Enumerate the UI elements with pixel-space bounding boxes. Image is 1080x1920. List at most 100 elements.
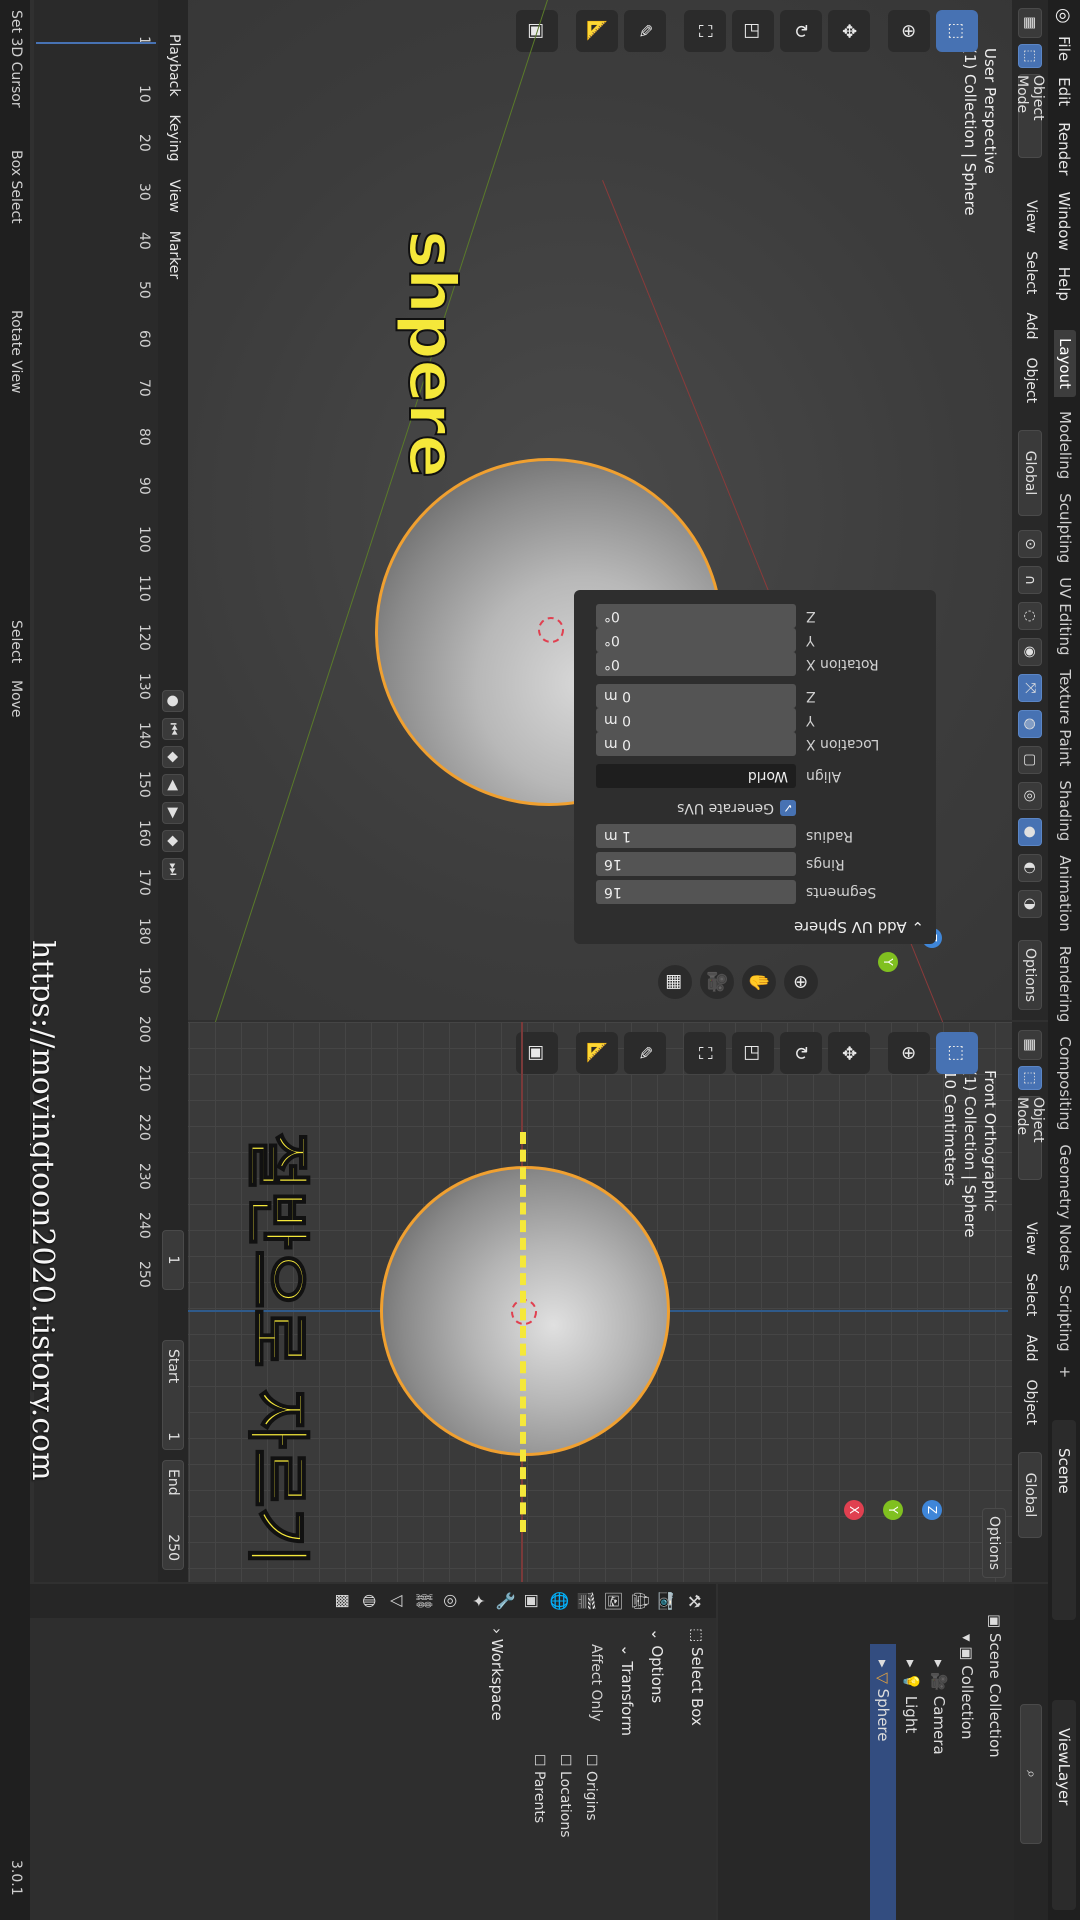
add-workspace-button[interactable]: + <box>1056 1366 1074 1379</box>
zoom-icon[interactable]: ⊕ <box>784 965 818 999</box>
solid-shading-icon[interactable]: ● <box>1018 818 1042 846</box>
options-section[interactable]: ⌄ Options <box>648 1628 666 1703</box>
viewport-perspective[interactable]: ▦ ⬚ Object Mode View Select Add Object G… <box>88 0 1048 1108</box>
play-reverse-icon[interactable]: ◀ <box>162 774 184 796</box>
tab-scripting[interactable]: Scripting <box>1056 1285 1074 1352</box>
current-frame-field[interactable]: 1 <box>162 1230 184 1290</box>
outliner-collection[interactable]: ▾ ▣ Collection <box>958 1634 976 1739</box>
origins-checkbox[interactable]: ☐ Origins <box>578 1754 604 1838</box>
timeline-view-menu[interactable]: View <box>166 180 182 213</box>
menu-object-front[interactable]: Object <box>1023 1380 1039 1426</box>
scale-tool-icon[interactable]: ◰ <box>732 10 774 52</box>
camera-view-icon[interactable]: 🎥 <box>700 965 734 999</box>
select-box-tool-icon[interactable]: ⬚ <box>936 10 978 52</box>
material-shading-icon[interactable]: ◐ <box>1018 854 1042 882</box>
playhead[interactable] <box>36 42 156 44</box>
timeline-keying-menu[interactable]: Keying <box>166 114 182 161</box>
proportional-edit-icon[interactable]: ◌ <box>1018 602 1042 630</box>
menu-view[interactable]: View <box>1023 200 1039 233</box>
tab-compositing[interactable]: Compositing <box>1056 1036 1074 1130</box>
physics-tab-icon[interactable]: ◎ <box>442 1594 461 1608</box>
rendered-shading-icon[interactable]: ◑ <box>1018 890 1042 918</box>
gizmo-z-axis-front[interactable]: Z <box>922 1500 942 1520</box>
rotate-tool-icon[interactable]: ↻ <box>780 10 822 52</box>
data-tab-icon[interactable]: ▽ <box>388 1595 407 1607</box>
cursor-tool-icon-front[interactable]: ⊕ <box>888 1032 930 1074</box>
menu-render[interactable]: Render <box>1055 122 1073 175</box>
menu-select[interactable]: Select <box>1023 251 1039 294</box>
outliner-light[interactable]: ▸ 💡 Light <box>902 1660 920 1733</box>
tab-rendering[interactable]: Rendering <box>1056 946 1074 1023</box>
constraints-tab-icon[interactable]: ⛓ <box>415 1591 434 1611</box>
location-y-field[interactable]: 0 m <box>596 708 796 732</box>
menu-object[interactable]: Object <box>1023 358 1039 404</box>
editor-type-icon[interactable]: ▦ <box>1018 8 1042 38</box>
menu-add[interactable]: Add <box>1023 312 1039 339</box>
operator-title[interactable]: ⌄ Add UV Sphere <box>794 918 924 936</box>
modifier-tab-icon[interactable]: 🔧 <box>496 1591 515 1611</box>
tab-uv-editing[interactable]: UV Editing <box>1056 577 1074 655</box>
location-x-field[interactable]: 0 m <box>596 732 796 756</box>
radius-field[interactable]: 1 m <box>596 824 796 848</box>
menu-window[interactable]: Window <box>1055 192 1073 251</box>
annotate-tool-icon[interactable]: ✎ <box>624 10 666 52</box>
next-key-icon[interactable]: ◆ <box>162 830 184 852</box>
align-dropdown[interactable]: World <box>596 764 796 788</box>
play-icon[interactable]: ▶ <box>162 802 184 824</box>
pan-hand-icon[interactable]: ✋ <box>742 965 776 999</box>
transform-section[interactable]: ⌄ Transform <box>618 1644 636 1736</box>
timeline-marker-menu[interactable]: Marker <box>166 231 182 279</box>
select-mode-icon[interactable]: ⬚ <box>1018 44 1042 68</box>
outliner-camera[interactable]: ▸ 🎥 Camera <box>930 1660 948 1755</box>
visibility-icon[interactable]: ◉ <box>1018 638 1042 666</box>
navigation-gizmo-front[interactable]: Z X Y <box>838 1452 948 1562</box>
workspace-section[interactable]: › Workspace <box>488 1628 506 1721</box>
mode-dropdown-front[interactable]: Object Mode <box>1014 1096 1046 1180</box>
orientation-dropdown[interactable]: Global <box>1018 430 1042 516</box>
select-mode-icon-front[interactable]: ⬚ <box>1018 1066 1042 1090</box>
view-layer-tab-icon[interactable]: 🖼 <box>604 1591 623 1611</box>
transform-tool-icon-front[interactable]: ⛶ <box>684 1032 726 1074</box>
gizmo-y-axis-front[interactable]: Y <box>883 1500 903 1520</box>
cursor-tool-icon[interactable]: ⊕ <box>888 10 930 52</box>
rings-field[interactable]: 16 <box>596 852 796 876</box>
ortho-toggle-icon[interactable]: ▦ <box>658 965 692 999</box>
move-tool-icon-front[interactable]: ✥ <box>828 1032 870 1074</box>
outliner-scene-collection[interactable]: ▣ Scene Collection <box>986 1614 1004 1758</box>
record-icon[interactable]: ● <box>162 690 184 712</box>
options-dropdown[interactable]: Options <box>1018 940 1042 1010</box>
outliner-search-input[interactable]: ⌕ <box>1020 1704 1042 1844</box>
jump-end-icon[interactable]: ⏭ <box>162 858 184 880</box>
object-tab-icon[interactable]: ▣ <box>523 1593 542 1608</box>
generate-uvs-checkbox[interactable]: ✓ Generate UVs <box>677 800 796 816</box>
timeline-ruler[interactable]: 1 10 20 30 40 50 60 70 80 90 100 110 120 130 140 150 160… <box>132 0 156 1582</box>
blender-logo-icon[interactable]: ◎ <box>1053 8 1074 24</box>
orientation-dropdown-front[interactable]: Global <box>1018 1452 1042 1538</box>
output-tab-icon[interactable]: 🖨 <box>631 1591 650 1611</box>
viewport-front-ortho[interactable]: ▦ ⬚ Object Mode View Select Add Object G… <box>188 1022 1048 1582</box>
menu-edit[interactable]: Edit <box>1055 77 1073 106</box>
tab-modeling[interactable]: Modeling <box>1056 411 1074 479</box>
tab-texture-paint[interactable]: Texture Paint <box>1056 670 1074 767</box>
snap-icon[interactable]: ∩ <box>1018 566 1042 594</box>
wireframe-shading-icon[interactable]: ◎ <box>1018 782 1042 810</box>
editor-type-icon-front[interactable]: ▦ <box>1018 1030 1042 1060</box>
pivot-icon[interactable]: ⊙ <box>1018 530 1042 558</box>
texture-tab-icon[interactable]: ▩ <box>334 1593 353 1608</box>
timeline-playback-menu[interactable]: Playback <box>166 34 182 96</box>
rotation-x-field[interactable]: 0° <box>596 652 796 676</box>
end-frame-field[interactable]: End 250 <box>162 1460 184 1570</box>
options-dropdown-front[interactable]: Options <box>982 1508 1006 1578</box>
menu-view-front[interactable]: View <box>1023 1222 1039 1255</box>
start-frame-field[interactable]: Start 1 <box>162 1340 184 1450</box>
move-tool-icon[interactable]: ✥ <box>828 10 870 52</box>
material-tab-icon[interactable]: ◍ <box>361 1594 380 1608</box>
measure-tool-icon[interactable]: 📐 <box>576 10 618 52</box>
gizmo-x-axis-front[interactable]: X <box>844 1500 864 1520</box>
select-box-tool-icon-front[interactable]: ⬚ <box>936 1032 978 1074</box>
jump-start-icon[interactable]: ⏮ <box>162 718 184 740</box>
rotate-tool-icon-front[interactable]: ↻ <box>780 1032 822 1074</box>
segments-field[interactable]: 16 <box>596 880 796 904</box>
scene-tab-icon[interactable]: 🎬 <box>577 1591 596 1611</box>
menu-add-front[interactable]: Add <box>1023 1334 1039 1361</box>
